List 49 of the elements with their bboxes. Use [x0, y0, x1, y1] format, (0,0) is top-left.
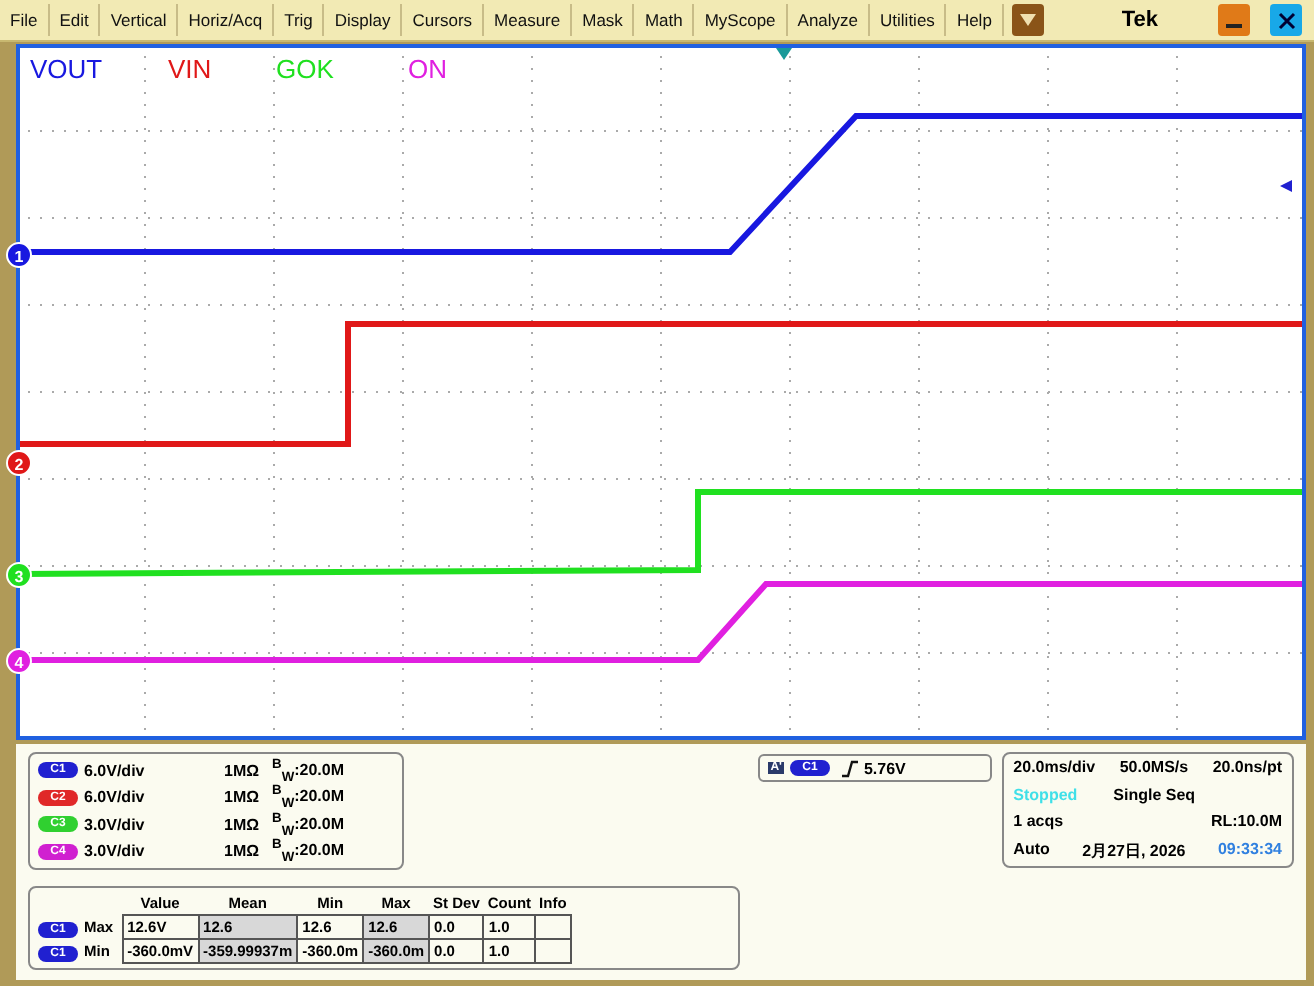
trigger-position-icon [776, 48, 792, 60]
time-resolution: 20.0ns/pt [1212, 758, 1282, 776]
menu-item[interactable]: Help [946, 4, 1004, 36]
impedance: 1MΩ [224, 761, 262, 780]
record-length: RL:10.0M [1210, 812, 1282, 831]
menu-item[interactable]: Measure [484, 4, 573, 36]
menu-item[interactable]: Horiz/Acq [178, 4, 275, 36]
menu-item[interactable]: Display [324, 4, 403, 36]
dropdown-button[interactable] [1011, 4, 1044, 36]
time-per-div: 20.0ms/div [1013, 758, 1096, 776]
date: 2月27日, 2026 [1082, 839, 1186, 862]
channel-label: VIN [168, 54, 212, 84]
channel-label: ON [408, 54, 447, 84]
volts-per-div: 3.0V/div [84, 815, 147, 834]
brand-logo: Tek [1121, 8, 1158, 32]
rising-edge-icon [841, 759, 858, 777]
close-icon [1277, 11, 1295, 29]
channel-label: VOUT [30, 54, 103, 84]
minimize-button[interactable] [1218, 4, 1250, 36]
channel-marker[interactable]: 4 [6, 648, 32, 674]
menu-item[interactable]: Edit [49, 4, 101, 36]
trigger-level-icon [1280, 180, 1292, 192]
menu-item[interactable]: File [0, 4, 50, 36]
menu-item[interactable]: Analyze [787, 4, 871, 36]
menu-item[interactable]: Utilities [870, 4, 947, 36]
acquisition-state: Stopped [1013, 785, 1078, 804]
menu-item[interactable]: Math [634, 4, 695, 36]
menu-item[interactable]: Vertical [100, 4, 179, 36]
trigger-mode: Auto [1013, 839, 1050, 862]
clock: 09:33:34 [1217, 839, 1282, 862]
menu-item[interactable]: Cursors [402, 4, 485, 36]
channel-marker[interactable]: 2 [6, 450, 32, 476]
sample-rate: 50.0MS/s [1119, 758, 1189, 776]
impedance: 1MΩ [224, 842, 262, 861]
volts-per-div: 6.0V/div [84, 788, 147, 807]
volts-per-div: 3.0V/div [84, 842, 147, 861]
menu-item[interactable]: Trig [274, 4, 325, 36]
trigger-level: 5.76V [863, 759, 906, 777]
caret-icon [1019, 14, 1036, 26]
channel-label: GOK [276, 54, 334, 84]
menu-item[interactable]: Mask [572, 4, 635, 36]
impedance: 1MΩ [224, 815, 262, 834]
volts-per-div: 6.0V/div [84, 761, 147, 780]
close-button[interactable] [1270, 4, 1302, 36]
acquisition-mode: Single Seq [1113, 785, 1196, 804]
acquisition-count: 1 acqs [1013, 812, 1064, 831]
impedance: 1MΩ [224, 788, 262, 807]
channel-marker[interactable]: 1 [6, 242, 32, 268]
menu-item[interactable]: MyScope [694, 4, 788, 36]
